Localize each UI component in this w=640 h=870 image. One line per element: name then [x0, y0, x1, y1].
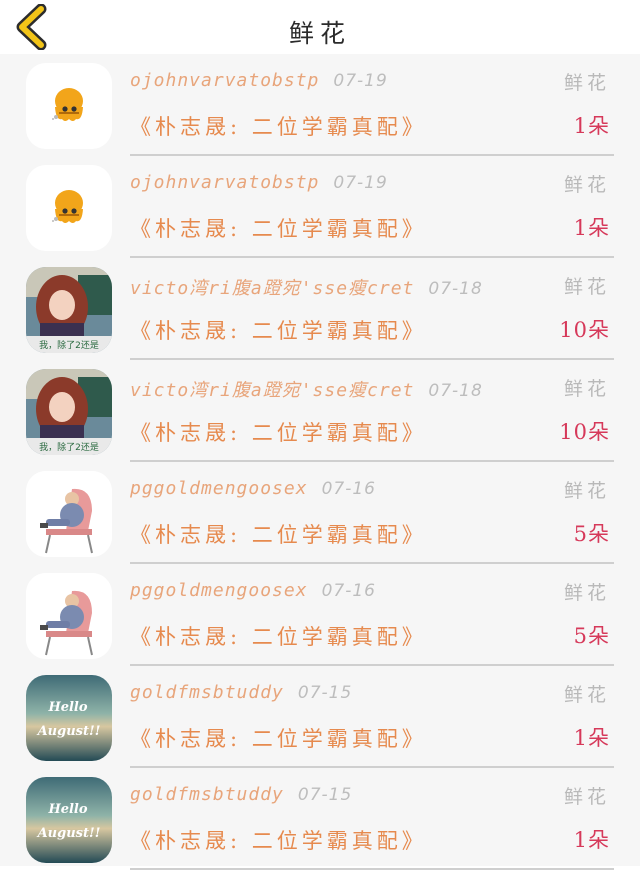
avatar[interactable] — [26, 471, 112, 557]
date: 07-19 — [333, 71, 388, 91]
gift-type-label: 鲜花 — [563, 480, 610, 502]
flower-gift-list[interactable]: ojohnvarvatobstp 07-19 鲜花 《朴志晟: 二位学霸真配》 1… — [0, 54, 640, 870]
gift-type-label: 鲜花 — [563, 276, 610, 298]
man-in-chair-avatar-icon — [26, 573, 112, 659]
hello-august-avatar-icon: Hello August!! — [26, 777, 112, 863]
gift-type-label: 鲜花 — [563, 174, 610, 196]
man-in-chair-avatar-icon — [26, 471, 112, 557]
list-item[interactable]: ojohnvarvatobstp 07-19 鲜花 《朴志晟: 二位学霸真配》 1… — [0, 156, 640, 258]
list-item[interactable]: pggoldmengoosex 07-16 鲜花 《朴志晟: 二位学霸真配》 5朵 — [0, 564, 640, 666]
list-item[interactable]: pggoldmengoosex 07-16 鲜花 《朴志晟: 二位学霸真配》 5朵 — [0, 462, 640, 564]
octopus-avatar-icon — [52, 190, 83, 223]
girl-photo-avatar-icon: 我，除了2还是 — [26, 267, 112, 353]
username[interactable]: pggoldmengoosex 07-16 — [130, 580, 376, 601]
list-item[interactable]: ojohnvarvatobstp 07-19 鲜花 《朴志晟: 二位学霸真配》 1… — [0, 54, 640, 156]
header-bar: 鲜花 — [0, 0, 640, 54]
avatar-caption: 我，除了2还是 — [39, 441, 99, 453]
username[interactable]: goldfmsbtuddy 07-15 — [130, 784, 352, 805]
username[interactable]: ojohnvarvatobstp 07-19 — [130, 70, 388, 91]
flower-count: 1朵 — [573, 216, 610, 240]
flower-count: 5朵 — [573, 624, 610, 648]
username[interactable]: ojohnvarvatobstp 07-19 — [130, 172, 388, 193]
date: 07-16 — [321, 581, 376, 601]
username[interactable]: goldfmsbtuddy 07-15 — [130, 682, 352, 703]
hello-august-avatar-icon: Hello August!! — [26, 675, 112, 761]
date: 07-19 — [333, 173, 388, 193]
avatar-caption: 我，除了2还是 — [39, 339, 99, 351]
avatar-hello-text: Hello — [47, 802, 87, 817]
avatar-august-text: August!! — [36, 826, 101, 841]
avatar[interactable]: Hello August!! — [26, 777, 112, 863]
list-item[interactable]: 我，除了2还是 victo湾ri腹a蹬宛'sse瘦cret 07-18 鲜花 《朴… — [0, 258, 640, 360]
date: 07-18 — [428, 279, 483, 299]
page-title: 鲜花 — [288, 19, 351, 48]
date: 07-15 — [297, 683, 353, 703]
book-title[interactable]: 《朴志晟: 二位学霸真配》 — [130, 519, 427, 549]
gift-type-label: 鲜花 — [563, 378, 610, 400]
list-item[interactable]: Hello August!! goldfmsbtuddy 07-15 鲜花 《朴志… — [0, 666, 640, 768]
list-item[interactable]: Hello August!! goldfmsbtuddy 07-15 鲜花 《朴志… — [0, 768, 640, 870]
avatar[interactable]: 我，除了2还是 — [26, 369, 112, 455]
flower-count: 5朵 — [573, 522, 610, 546]
list-item[interactable]: 我，除了2还是 victo湾ri腹a蹬宛'sse瘦cret 07-18 鲜花 《朴… — [0, 360, 640, 462]
date: 07-18 — [428, 381, 483, 401]
username[interactable]: victo湾ri腹a蹬宛'sse瘦cret 07-18 — [130, 376, 483, 402]
flower-count: 1朵 — [573, 726, 610, 750]
avatar[interactable] — [26, 165, 112, 251]
date: 07-15 — [297, 785, 353, 805]
girl-photo-avatar-icon: 我，除了2还是 — [26, 369, 112, 455]
book-title[interactable]: 《朴志晟: 二位学霸真配》 — [130, 111, 427, 141]
date: 07-16 — [321, 479, 376, 499]
gift-type-label: 鲜花 — [563, 72, 610, 94]
book-title[interactable]: 《朴志晟: 二位学霸真配》 — [130, 621, 427, 651]
octopus-avatar-icon — [52, 88, 83, 121]
book-title[interactable]: 《朴志晟: 二位学霸真配》 — [130, 213, 427, 243]
flower-count: 10朵 — [559, 420, 610, 444]
username[interactable]: victo湾ri腹a蹬宛'sse瘦cret 07-18 — [130, 274, 483, 300]
avatar[interactable]: Hello August!! — [26, 675, 112, 761]
book-title[interactable]: 《朴志晟: 二位学霸真配》 — [130, 723, 427, 753]
gift-type-label: 鲜花 — [563, 582, 610, 604]
gift-type-label: 鲜花 — [563, 786, 610, 808]
flower-count: 1朵 — [573, 828, 610, 852]
book-title[interactable]: 《朴志晟: 二位学霸真配》 — [130, 417, 427, 447]
avatar[interactable] — [26, 573, 112, 659]
book-title[interactable]: 《朴志晟: 二位学霸真配》 — [130, 315, 427, 345]
avatar-hello-text: Hello — [47, 700, 87, 715]
avatar[interactable] — [26, 63, 112, 149]
gift-type-label: 鲜花 — [563, 684, 610, 706]
avatar[interactable]: 我，除了2还是 — [26, 267, 112, 353]
book-title[interactable]: 《朴志晟: 二位学霸真配》 — [130, 825, 427, 855]
username[interactable]: pggoldmengoosex 07-16 — [130, 478, 376, 499]
avatar-august-text: August!! — [36, 724, 101, 739]
flower-count: 1朵 — [573, 114, 610, 138]
flower-count: 10朵 — [559, 318, 610, 342]
